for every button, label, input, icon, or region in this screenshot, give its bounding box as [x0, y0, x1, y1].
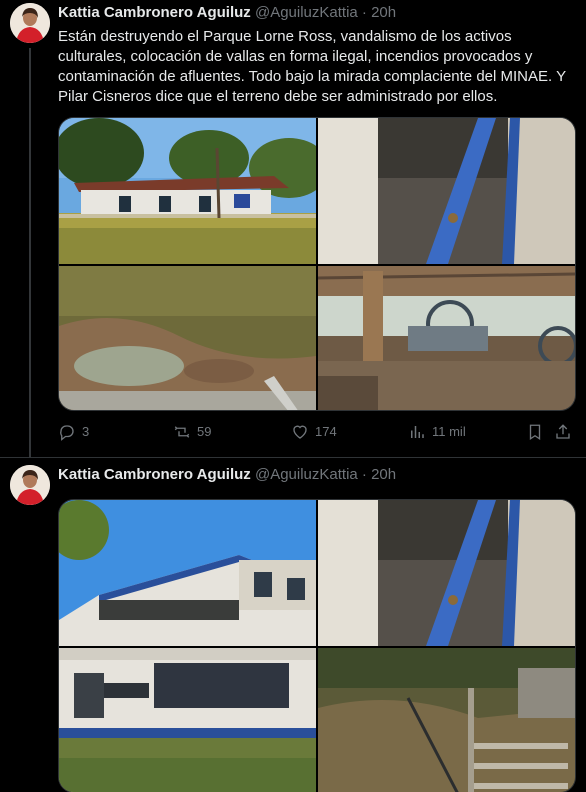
views-icon [411, 426, 424, 438]
photo-machinery[interactable] [318, 266, 576, 411]
share-button[interactable] [554, 420, 578, 444]
timestamp[interactable]: 20h [371, 466, 396, 483]
reply-button[interactable]: 3 [58, 420, 89, 444]
author-name[interactable]: Kattia Cambronero Aguiluz [58, 466, 251, 483]
author-handle[interactable]: @AguiluzKattia [255, 4, 358, 21]
bookmark-button[interactable] [526, 420, 550, 444]
photo-farmhouse[interactable] [59, 118, 316, 264]
heart-icon [293, 425, 307, 439]
author-name[interactable]: Kattia Cambronero Aguiluz [58, 4, 251, 21]
like-button[interactable]: 174 [291, 420, 337, 444]
tweet[interactable]: Kattia Cambronero Aguiluz @AguiluzKattia… [0, 458, 586, 792]
separator-dot: · [361, 466, 367, 483]
tweet[interactable]: Kattia Cambronero Aguiluz @AguiluzKattia… [0, 0, 586, 458]
thread-line [29, 48, 31, 458]
avatar[interactable] [10, 3, 50, 43]
like-count: 174 [315, 424, 337, 439]
bookmark-icon [529, 424, 541, 441]
tweet-text: Están destruyendo el Parque Lorne Ross, … [58, 28, 566, 105]
views-count: 11 mil [432, 424, 466, 439]
photo-doorway[interactable] [318, 500, 576, 646]
photo-building[interactable] [59, 500, 316, 646]
reply-count: 3 [82, 424, 90, 439]
photo-doorway[interactable] [318, 118, 576, 264]
timestamp[interactable]: 20h [371, 4, 396, 21]
avatar[interactable] [10, 465, 50, 505]
tweet-header: Kattia Cambronero Aguiluz @AguiluzKattia… [58, 4, 396, 22]
tweet-actions: 3 59 174 11 mil [58, 420, 578, 444]
retweet-count: 59 [197, 424, 212, 439]
views-button[interactable]: 11 mil [408, 420, 466, 444]
separator-dot: · [361, 4, 367, 21]
reply-icon [60, 425, 74, 441]
author-handle[interactable]: @AguiluzKattia [255, 466, 358, 483]
media-grid [58, 117, 576, 411]
share-icon [556, 424, 570, 439]
retweet-button[interactable]: 59 [173, 420, 211, 444]
retweet-icon [174, 426, 190, 438]
photo-building-base[interactable] [59, 648, 316, 792]
tweet-header: Kattia Cambronero Aguiluz @AguiluzKattia… [58, 466, 396, 484]
photo-stream[interactable] [59, 266, 316, 411]
media-grid [58, 499, 576, 792]
photo-fence[interactable] [318, 648, 576, 792]
